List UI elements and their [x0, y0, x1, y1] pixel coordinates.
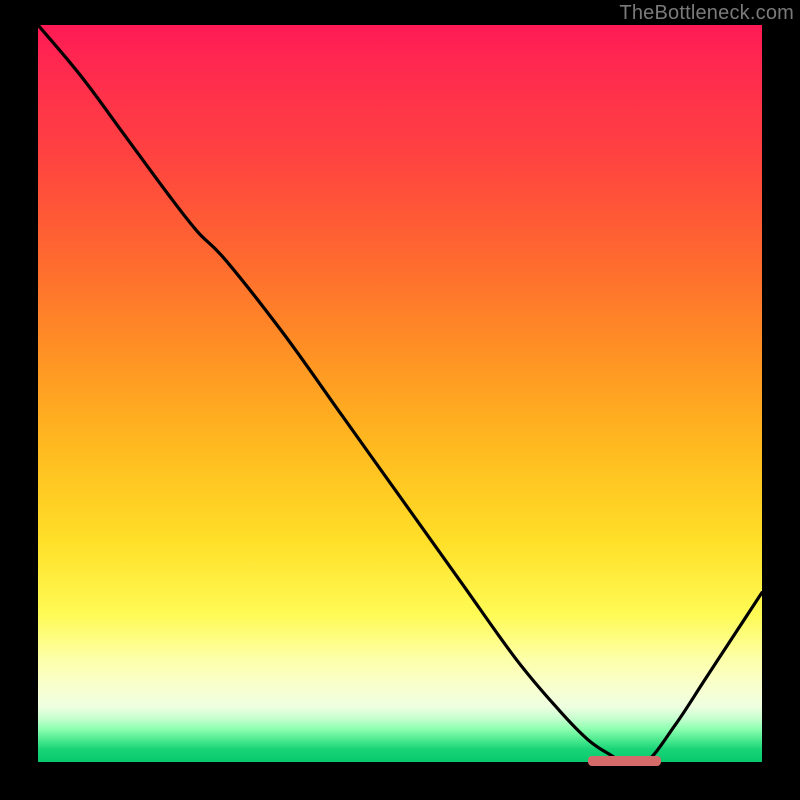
chart-stage: TheBottleneck.com [0, 0, 800, 800]
watermark-text: TheBottleneck.com [619, 2, 794, 25]
chart-plot-area [38, 25, 762, 762]
bottleneck-curve [38, 25, 762, 762]
valley-marker [588, 756, 660, 766]
